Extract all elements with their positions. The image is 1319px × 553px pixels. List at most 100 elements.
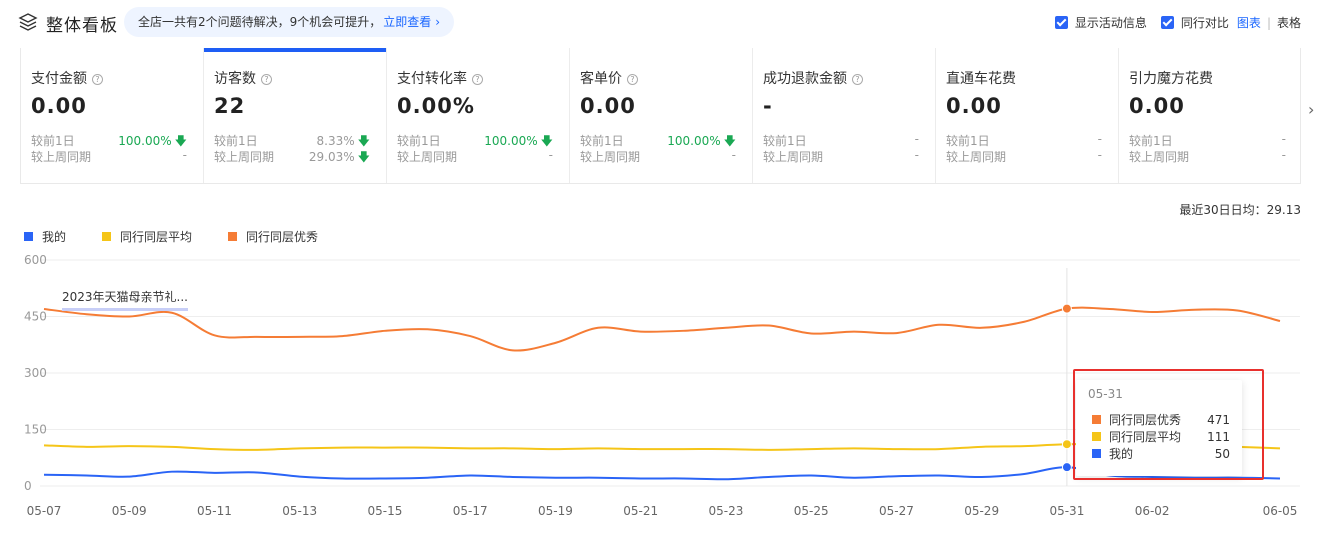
metric-card[interactable]: 访客数? 22 较前1日 8.33% 🡇 较上周同期 29.03% 🡇 (204, 48, 387, 183)
help-icon[interactable]: ? (627, 74, 638, 85)
chevron-right-icon[interactable]: › (1308, 100, 1314, 119)
legend-item[interactable]: 我的 (24, 228, 66, 245)
chevron-right-icon: › (435, 15, 441, 29)
day-compare-row: 较前1日 - (1129, 132, 1286, 149)
compare-label: 较上周同期 (31, 150, 92, 164)
metric-value: 0.00 (580, 94, 636, 118)
x-tick-label: 05-19 (538, 504, 573, 518)
legend-label: 同行同层优秀 (246, 230, 319, 244)
compare-value: - (731, 148, 736, 162)
legend-item[interactable]: 同行同层优秀 (228, 228, 318, 245)
top-bar: 整体看板 全店一共有2个问题待解决，9个机会可提升， 立即查看 › 显示活动信息 同… (0, 0, 1319, 46)
x-tick-label: 05-29 (964, 504, 999, 518)
show-activity-label: 显示活动信息 (1074, 16, 1147, 30)
compare-value: 100.00% (484, 134, 538, 148)
legend-item[interactable]: 同行同层平均 (102, 228, 192, 245)
compare-label: 较前1日 (1129, 134, 1173, 148)
x-tick-label: 05-13 (282, 504, 317, 518)
arrow-down-icon: 🡇 (357, 134, 370, 148)
metric-label: 成功退款金额? (763, 68, 935, 88)
checkbox-checked-icon (1054, 16, 1068, 29)
compare-label: 较上周同期 (946, 150, 1007, 164)
view-now-link[interactable]: 立即查看 (383, 15, 431, 29)
day-compare-row: 较前1日 - (946, 132, 1102, 149)
metric-card[interactable]: 直通车花费 0.00 较前1日 - 较上周同期 - (936, 48, 1119, 183)
legend-label: 我的 (42, 230, 67, 244)
metric-value: 22 (214, 94, 246, 118)
compare-label: 较上周同期 (397, 150, 458, 164)
week-compare-row: 较上周同期 - (946, 148, 1102, 165)
peer-compare-checkbox[interactable]: 同行对比 (1160, 14, 1229, 31)
arrow-down-icon: 🡇 (540, 134, 553, 148)
peer-compare-label: 同行对比 (1180, 16, 1229, 30)
x-tick-label: 05-27 (879, 504, 914, 518)
metric-label: 引力魔方花费 (1129, 71, 1213, 87)
compare-value: 29.03% (308, 150, 355, 164)
x-tick-label: 05-17 (453, 504, 488, 518)
metric-card[interactable]: 引力魔方花费 0.00 较前1日 - 较上周同期 - (1119, 48, 1302, 183)
x-tick-label: 05-07 (27, 504, 62, 518)
metric-value: 0.00 (946, 94, 1002, 118)
compare-value: - (914, 148, 919, 162)
compare-label: 较上周同期 (763, 150, 824, 164)
compare-label: 较上周同期 (214, 150, 275, 164)
y-tick-label: 450 (24, 310, 47, 324)
y-tick-label: 150 (24, 423, 47, 437)
week-compare-row: 较上周同期 - (580, 148, 736, 165)
view-chart-toggle[interactable]: 图表 (1237, 14, 1261, 31)
arrow-down-icon: 🡇 (357, 150, 370, 164)
week-compare-row: 较上周同期 - (1129, 148, 1286, 165)
x-tick-label: 06-02 (1135, 504, 1170, 518)
x-tick-label: 05-09 (112, 504, 147, 518)
divider: | (1266, 15, 1271, 30)
arrow-down-icon: 🡇 (723, 134, 736, 148)
hover-point (1061, 439, 1072, 450)
arrow-down-icon: 🡇 (174, 134, 187, 148)
metric-value: 0.00 (1129, 94, 1185, 118)
metric-card[interactable]: 客单价? 0.00 较前1日 100.00% 🡇 较上周同期 - (570, 48, 753, 183)
help-icon[interactable]: ? (852, 74, 863, 85)
view-table-toggle[interactable]: 表格 (1277, 14, 1301, 31)
series-line (43, 306, 1281, 352)
metric-label: 访客数? (214, 68, 386, 88)
metric-card[interactable]: 支付金额? 0.00 较前1日 100.00% 🡇 较上周同期 - (21, 48, 204, 183)
y-tick-label: 300 (24, 366, 47, 380)
legend-swatch (102, 232, 112, 241)
compare-value: - (548, 148, 553, 162)
checkbox-checked-icon (1160, 16, 1174, 29)
notice-text: 全店一共有2个问题待解决，9个机会可提升， (138, 15, 382, 29)
compare-value: - (1281, 148, 1286, 162)
legend-swatch (24, 232, 33, 241)
hover-point (1061, 462, 1072, 473)
compare-value: - (1281, 132, 1286, 146)
x-tick-label: 05-31 (1049, 504, 1084, 518)
day-compare-row: 较前1日 - (763, 132, 919, 149)
help-icon[interactable]: ? (472, 74, 483, 85)
metric-value: 0.00 (31, 94, 87, 118)
metric-card[interactable]: 支付转化率? 0.00% 较前1日 100.00% 🡇 较上周同期 - (387, 48, 570, 183)
x-tick-label: 05-11 (197, 504, 232, 518)
help-icon[interactable]: ? (261, 74, 272, 85)
compare-value: - (182, 148, 187, 162)
compare-label: 较上周同期 (1129, 150, 1190, 164)
metric-cards: 支付金额? 0.00 较前1日 100.00% 🡇 较上周同期 - 访客数? 22 较前1日 8.3… (20, 48, 1301, 184)
help-icon[interactable]: ? (92, 74, 103, 85)
compare-value: 100.00% (667, 134, 721, 148)
metric-value: - (763, 94, 773, 118)
legend-swatch (228, 232, 238, 241)
hover-point (1061, 303, 1072, 314)
thirty-day-average: 最近30日日均：29.13 (1179, 203, 1301, 217)
week-compare-row: 较上周同期 - (397, 148, 553, 165)
page-title: 整体看板 (46, 16, 118, 36)
show-activity-checkbox[interactable]: 显示活动信息 (1054, 14, 1147, 31)
x-tick-label: 05-21 (623, 504, 658, 518)
metric-card[interactable]: 成功退款金额? - 较前1日 - 较上周同期 - (753, 48, 936, 183)
issue-notice-banner[interactable]: 全店一共有2个问题待解决，9个机会可提升， 立即查看 › (124, 7, 455, 37)
tooltip-highlight-box (1073, 369, 1264, 480)
compare-value: - (914, 132, 919, 146)
activity-annotation[interactable]: 2023年天猫母亲节礼... (62, 288, 188, 311)
y-tick-label: 600 (24, 253, 47, 267)
metric-value: 0.00% (397, 94, 475, 118)
layers-icon (18, 13, 38, 31)
week-compare-row: 较上周同期 29.03% 🡇 (214, 148, 370, 169)
